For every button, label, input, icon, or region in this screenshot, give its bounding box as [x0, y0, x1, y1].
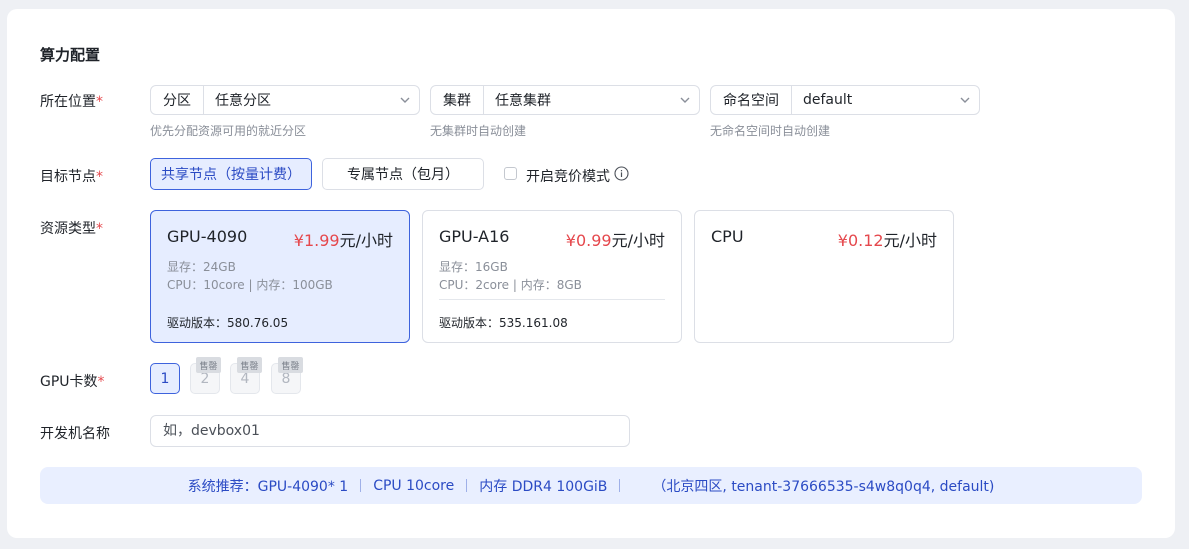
resource-cpu: CPU：2core | 内存：8GB [439, 278, 582, 292]
partition-select[interactable]: 分区 任意分区 [150, 85, 420, 115]
sold-out-badge: 售罄 [278, 357, 303, 373]
devbox-name-label: 开发机名称 [40, 426, 110, 442]
price-unit: 元/小时 [611, 231, 665, 250]
resource-driver: 驱动版本：535.161.08 [439, 316, 568, 330]
gpu-count-option-1[interactable]: 1 [150, 363, 180, 394]
section-title: 算力配置 [40, 46, 101, 64]
location-label: 所在位置* [40, 94, 103, 110]
sold-out-badge: 售罄 [196, 357, 221, 373]
resource-name: GPU-4090 [167, 227, 248, 246]
separator [466, 479, 468, 492]
price-value: ¥0.12 [837, 231, 884, 250]
resource-card-gpu-a16[interactable]: GPU-A16 ¥0.99元/小时 显存：16GB CPU：2core | 内存… [422, 210, 682, 343]
recommend-location: （北京四区, tenant-37666535-s4w8q0q4, default… [652, 478, 995, 495]
required-mark: * [96, 221, 103, 237]
bidding-checkbox[interactable] [504, 167, 517, 180]
recommend-memory: 内存 DDR4 100GiB [479, 478, 608, 495]
recommend-cpu: CPU 10core [373, 477, 455, 494]
resource-driver: 驱动版本：580.76.05 [167, 316, 289, 330]
chevron-down-icon [391, 94, 419, 106]
resource-memory: 显存：24GB [167, 260, 236, 274]
divider [439, 299, 665, 300]
gpu-count-label: GPU卡数* [40, 374, 105, 390]
bidding-label: 开启竞价模式 [526, 169, 610, 185]
partition-hint: 优先分配资源可用的就近分区 [150, 124, 307, 138]
cluster-select[interactable]: 集群 任意集群 [430, 85, 700, 115]
partition-prefix: 分区 [151, 86, 204, 114]
chevron-down-icon [951, 94, 979, 106]
resource-card-gpu-4090[interactable]: GPU-4090 ¥1.99元/小时 显存：24GB CPU：10core | … [150, 210, 410, 343]
price-value: ¥1.99 [293, 231, 340, 250]
shared-node-button[interactable]: 共享节点（按量计费） [150, 158, 312, 190]
required-mark: * [96, 94, 103, 110]
resource-memory: 显存：16GB [439, 260, 508, 274]
target-node-label: 目标节点* [40, 169, 103, 185]
sold-out-badge: 售罄 [237, 357, 262, 373]
price-unit: 元/小时 [339, 231, 393, 250]
resource-card-cpu[interactable]: CPU ¥0.12元/小时 [694, 210, 954, 343]
separator [619, 479, 621, 492]
devbox-name-input[interactable] [150, 415, 630, 447]
recommendation-bar: 系统推荐：GPU-4090* 1 CPU 10core 内存 DDR4 100G… [40, 467, 1142, 504]
required-mark: * [96, 169, 103, 185]
resource-price: ¥0.12元/小时 [838, 227, 937, 251]
chevron-down-icon [671, 94, 699, 106]
resource-name: CPU [711, 227, 744, 246]
cluster-hint: 无集群时自动创建 [430, 124, 527, 138]
namespace-prefix: 命名空间 [711, 86, 792, 114]
cluster-value: 任意集群 [495, 93, 551, 109]
resource-price: ¥0.99元/小时 [566, 227, 665, 251]
price-unit: 元/小时 [883, 231, 937, 250]
resource-name: GPU-A16 [439, 227, 510, 246]
cluster-prefix: 集群 [431, 86, 484, 114]
price-value: ¥0.99 [565, 231, 612, 250]
namespace-value: default [803, 92, 853, 108]
info-icon[interactable] [614, 166, 630, 182]
required-mark: * [97, 374, 105, 390]
resource-type-label: 资源类型* [40, 221, 103, 237]
dedicated-node-button[interactable]: 专属节点（包月） [322, 158, 484, 190]
partition-value: 任意分区 [215, 93, 271, 109]
namespace-hint: 无命名空间时自动创建 [710, 124, 831, 138]
recommend-gpu: 系统推荐：GPU-4090* 1 [187, 478, 349, 495]
separator [360, 479, 362, 492]
namespace-select[interactable]: 命名空间 default [710, 85, 980, 115]
resource-cpu: CPU：10core | 内存：100GB [167, 278, 333, 292]
resource-price: ¥1.99元/小时 [294, 227, 393, 251]
